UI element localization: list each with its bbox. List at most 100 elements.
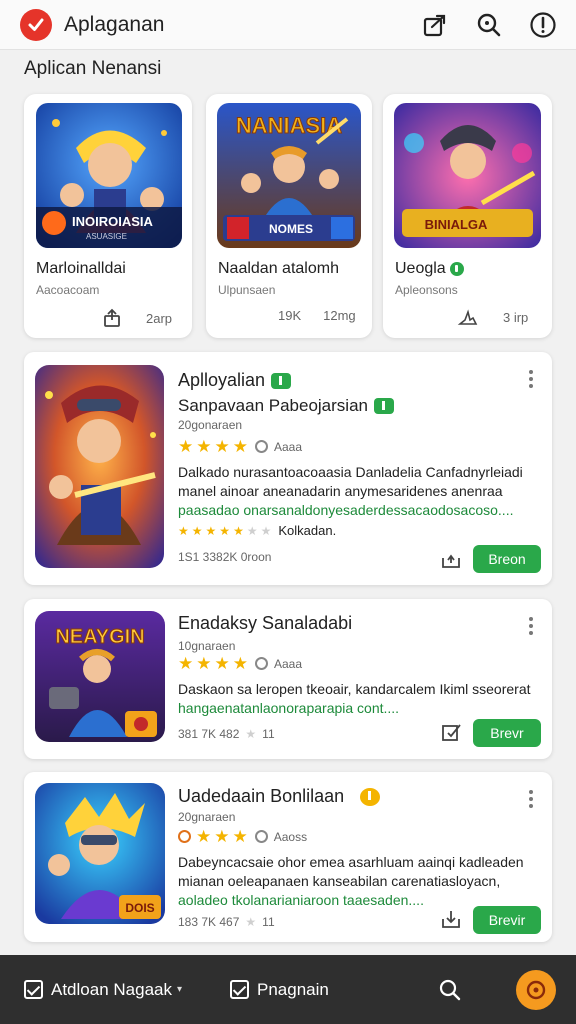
app-image: NEAYGIN [35, 611, 165, 742]
star-icon: ★ [191, 523, 203, 538]
featured-card[interactable]: INOIROIASIA ASUASIGE Marloinalldai Aacoa… [24, 94, 192, 338]
rating-ring-icon [255, 657, 268, 670]
app-title: Uadedaain Bonlilaan [178, 786, 345, 806]
get-button[interactable]: Brevir [473, 906, 541, 934]
info-button[interactable] [528, 10, 558, 40]
bottom-action-bar: Atdloan Nagaak ▾ Pnagnain [0, 955, 576, 1024]
checkbox-icon [230, 980, 250, 999]
app-subtitle-row: Sanpavaan Pabeojarsian [178, 396, 394, 416]
star-icon: ★ [245, 727, 257, 741]
featured-title: Naaldan atalomh [218, 260, 339, 277]
app-title: Aplaganan [64, 12, 165, 36]
app-developer: 10gnaraen [178, 639, 236, 653]
featured-image-caption: BINIALGA [425, 217, 488, 232]
search-icon[interactable] [438, 978, 462, 1002]
featured-size: 12mg [323, 308, 356, 323]
featured-app-image: NANIASIA NOMES [217, 103, 361, 248]
rating-text: Aaaa [274, 439, 303, 454]
verified-badge-icon [271, 372, 292, 389]
app-title-row: Uadedaain Bonlilaan [178, 786, 381, 807]
featured-card[interactable]: BINIALGA Ueogla Apleonsons 3 irp [383, 94, 552, 338]
star-icon: ★ [260, 523, 272, 538]
mini-rating: ★ ★ ★ ★ ★ ★ ★ Kolkadan. [178, 523, 336, 538]
floating-action-button[interactable] [516, 969, 556, 1010]
get-button[interactable]: Brevr [473, 719, 541, 747]
star-icon: ★ [178, 437, 194, 456]
featured-subtitle: Apleonsons [395, 283, 458, 297]
app-logo[interactable] [20, 8, 52, 41]
featured-meta: 3 irp [503, 309, 529, 325]
download-icon[interactable] [440, 908, 462, 930]
app-image [35, 365, 164, 568]
rating-text: Aaaa [274, 656, 303, 671]
share-icon[interactable] [440, 548, 462, 570]
star-icon: ★ [232, 827, 248, 846]
app-image-caption: NEAYGIN [55, 626, 144, 648]
featured-title-row: Ueogla [395, 260, 464, 278]
star-icon: ★ [178, 523, 189, 538]
rating-ring-icon [255, 440, 268, 453]
install-icon[interactable] [457, 308, 479, 326]
share-button[interactable] [420, 10, 450, 40]
app-stats-row: 381 7K 482 ★ 11 [178, 727, 275, 741]
toggle-label: Pnagnain [257, 979, 329, 999]
filter-dropdown[interactable]: Atdloan Nagaak ▾ [24, 980, 182, 1000]
filter-toggle[interactable]: Pnagnain [230, 980, 329, 1000]
description-line: manel ainoar aneanadarin anymesaridenes … [178, 483, 503, 499]
description-line: mianan oeleapanaen kanseabilan carenatia… [178, 873, 501, 889]
star-icon: ★ [232, 437, 248, 456]
star-icon: ★ [196, 827, 212, 846]
section-title: Aplican Nenansi [24, 58, 162, 79]
app-stats: 1S1 3382K 0roon [178, 550, 272, 564]
description-line: Dabeyncacsaie ohor emea asarhluam aainqi… [178, 854, 524, 870]
app-rating: ★ ★ ★ ★ Aaaa [178, 655, 302, 672]
star-icon: ★ [196, 654, 212, 673]
app-image: DOIS [35, 783, 165, 924]
get-button[interactable]: Breon [473, 545, 541, 573]
featured-app-image: INOIROIASIA ASUASIGE [36, 103, 182, 248]
app-description: Dabeyncacsaie ohor emea asarhluam aainqi… [178, 853, 540, 910]
featured-title: Ueogla [395, 260, 446, 277]
app-list-item[interactable]: NEAYGIN Enadaksy Sanaladabi 10gnaraen ★ ★… [24, 599, 552, 759]
verified-badge-icon [373, 398, 394, 414]
app-stats: 381 7K 482 [178, 727, 240, 741]
description-highlight: paasadao onarsanaldonyesaderdessacaodosa… [178, 502, 514, 518]
app-stats: 183 7K 467 [178, 915, 240, 929]
rating-badge-icon [178, 830, 191, 843]
star-icon: ★ [214, 827, 230, 846]
star-icon: ★ [232, 654, 248, 673]
star-icon: ★ [205, 523, 217, 538]
app-developer: 20gonaraen [178, 418, 243, 432]
featured-row: INOIROIASIA ASUASIGE Marloinalldai Aacoa… [24, 94, 552, 338]
featured-title: Marloinalldai [36, 260, 126, 277]
app-stats-extra: 11 [262, 915, 275, 929]
more-options-icon[interactable] [528, 370, 534, 391]
app-list-item[interactable]: Aplloyalian Sanpavaan Pabeojarsian 20gon… [24, 352, 552, 585]
app-image-caption: DOIS [125, 901, 154, 915]
featured-image-caption: INOIROIASIA [72, 214, 154, 229]
featured-card[interactable]: NANIASIA NOMES Naaldan atalomh Ulpunsaen… [206, 94, 372, 338]
checkbox-icon [24, 980, 43, 999]
app-stats-row: 183 7K 467 ★ 11 [178, 915, 275, 929]
app-subtitle: Sanpavaan Pabeojarsian [178, 396, 368, 415]
share-icon[interactable] [102, 308, 122, 328]
star-icon: ★ [196, 437, 212, 456]
star-icon: ★ [214, 437, 230, 456]
app-list-item[interactable]: DOIS Uadedaain Bonlilaan 20gnaraen ★ ★ ★ A… [24, 772, 552, 942]
star-icon: ★ [178, 654, 194, 673]
featured-downloads: 19K [278, 308, 302, 323]
star-icon: ★ [214, 654, 230, 673]
app-developer: 20gnaraen [178, 810, 236, 824]
star-icon: ★ [219, 523, 231, 538]
app-stats-extra: 11 [262, 727, 275, 741]
more-options-icon[interactable] [528, 790, 534, 811]
more-options-icon[interactable] [528, 617, 534, 638]
check-logo-icon [28, 18, 44, 31]
verified-icon [449, 261, 464, 276]
edit-icon[interactable] [440, 721, 462, 743]
chevron-down-icon: ▾ [176, 984, 183, 995]
info-icon [530, 11, 556, 38]
app-title: Aplloyalian [178, 370, 266, 390]
app-title-row: Aplloyalian [178, 370, 292, 391]
search-button[interactable] [474, 10, 504, 40]
